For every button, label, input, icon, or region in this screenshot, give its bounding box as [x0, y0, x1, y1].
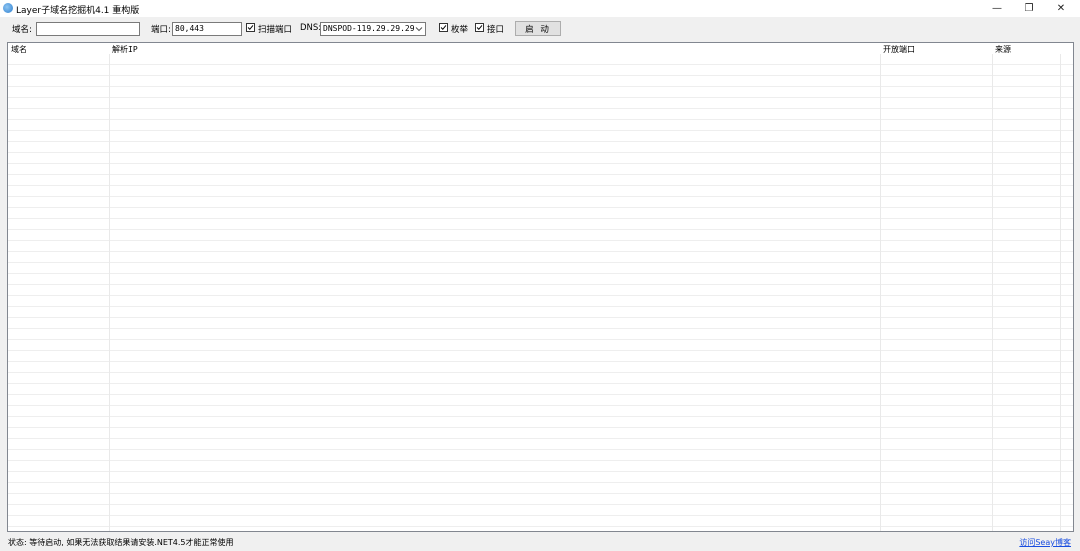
column-header-resolved-ip[interactable]: 解析IP: [112, 44, 138, 55]
start-button[interactable]: 启 动: [515, 21, 561, 36]
enum-label: 枚举: [451, 25, 469, 35]
status-bar: 状态: 等待启动, 如果无法获取结果请安装.NET4.5才能正常使用 访问Sea…: [0, 535, 1080, 551]
blog-link[interactable]: 访问Seay博客: [1019, 537, 1071, 548]
port-label: 端口:: [151, 25, 171, 35]
port-input[interactable]: 80,443: [172, 22, 242, 36]
checkmark-icon: [440, 25, 447, 30]
api-checkbox[interactable]: [475, 23, 484, 32]
restore-icon: ❐: [1024, 3, 1034, 14]
column-divider: [109, 43, 110, 531]
restore-button[interactable]: ❐: [1012, 0, 1046, 17]
close-icon: ✕: [1056, 3, 1066, 14]
minimize-icon: —: [992, 3, 1002, 14]
minimize-button[interactable]: —: [980, 0, 1014, 17]
dns-select[interactable]: DNSPOD-119.29.29.29: [320, 22, 426, 36]
scan-port-checkbox[interactable]: [246, 23, 255, 32]
dns-select-value: DNSPOD-119.29.29.29: [323, 24, 415, 33]
api-label: 接口: [487, 25, 505, 35]
scan-port-label: 扫描端口: [258, 25, 293, 35]
toolbar: 域名: 端口: 80,443 扫描端口 DNS: DNSPOD-119.29.2…: [0, 17, 1080, 41]
grid-header: 域名 解析IP 开放端口 来源: [8, 43, 1073, 54]
checkmark-icon: [247, 25, 254, 30]
results-grid[interactable]: 域名 解析IP 开放端口 来源: [7, 42, 1074, 532]
close-button[interactable]: ✕: [1044, 0, 1078, 17]
checkmark-icon: [476, 25, 483, 30]
title-bar: Layer子域名挖掘机4.1 重构版 — ❐ ✕: [0, 0, 1080, 17]
dns-label: DNS:: [300, 23, 322, 33]
column-divider: [992, 43, 993, 531]
column-header-open-ports[interactable]: 开放端口: [883, 44, 915, 55]
column-divider: [1060, 43, 1061, 531]
enum-checkbox[interactable]: [439, 23, 448, 32]
chevron-down-icon: [415, 27, 423, 32]
status-text: 状态: 等待启动, 如果无法获取结果请安装.NET4.5才能正常使用: [8, 538, 234, 547]
domain-input[interactable]: [36, 22, 140, 36]
column-header-source[interactable]: 来源: [995, 44, 1011, 55]
app-icon: [3, 3, 13, 13]
column-divider: [880, 43, 881, 531]
domain-label: 域名:: [12, 25, 32, 35]
window-title: Layer子域名挖掘机4.1 重构版: [16, 6, 140, 16]
column-header-domain[interactable]: 域名: [11, 44, 27, 55]
